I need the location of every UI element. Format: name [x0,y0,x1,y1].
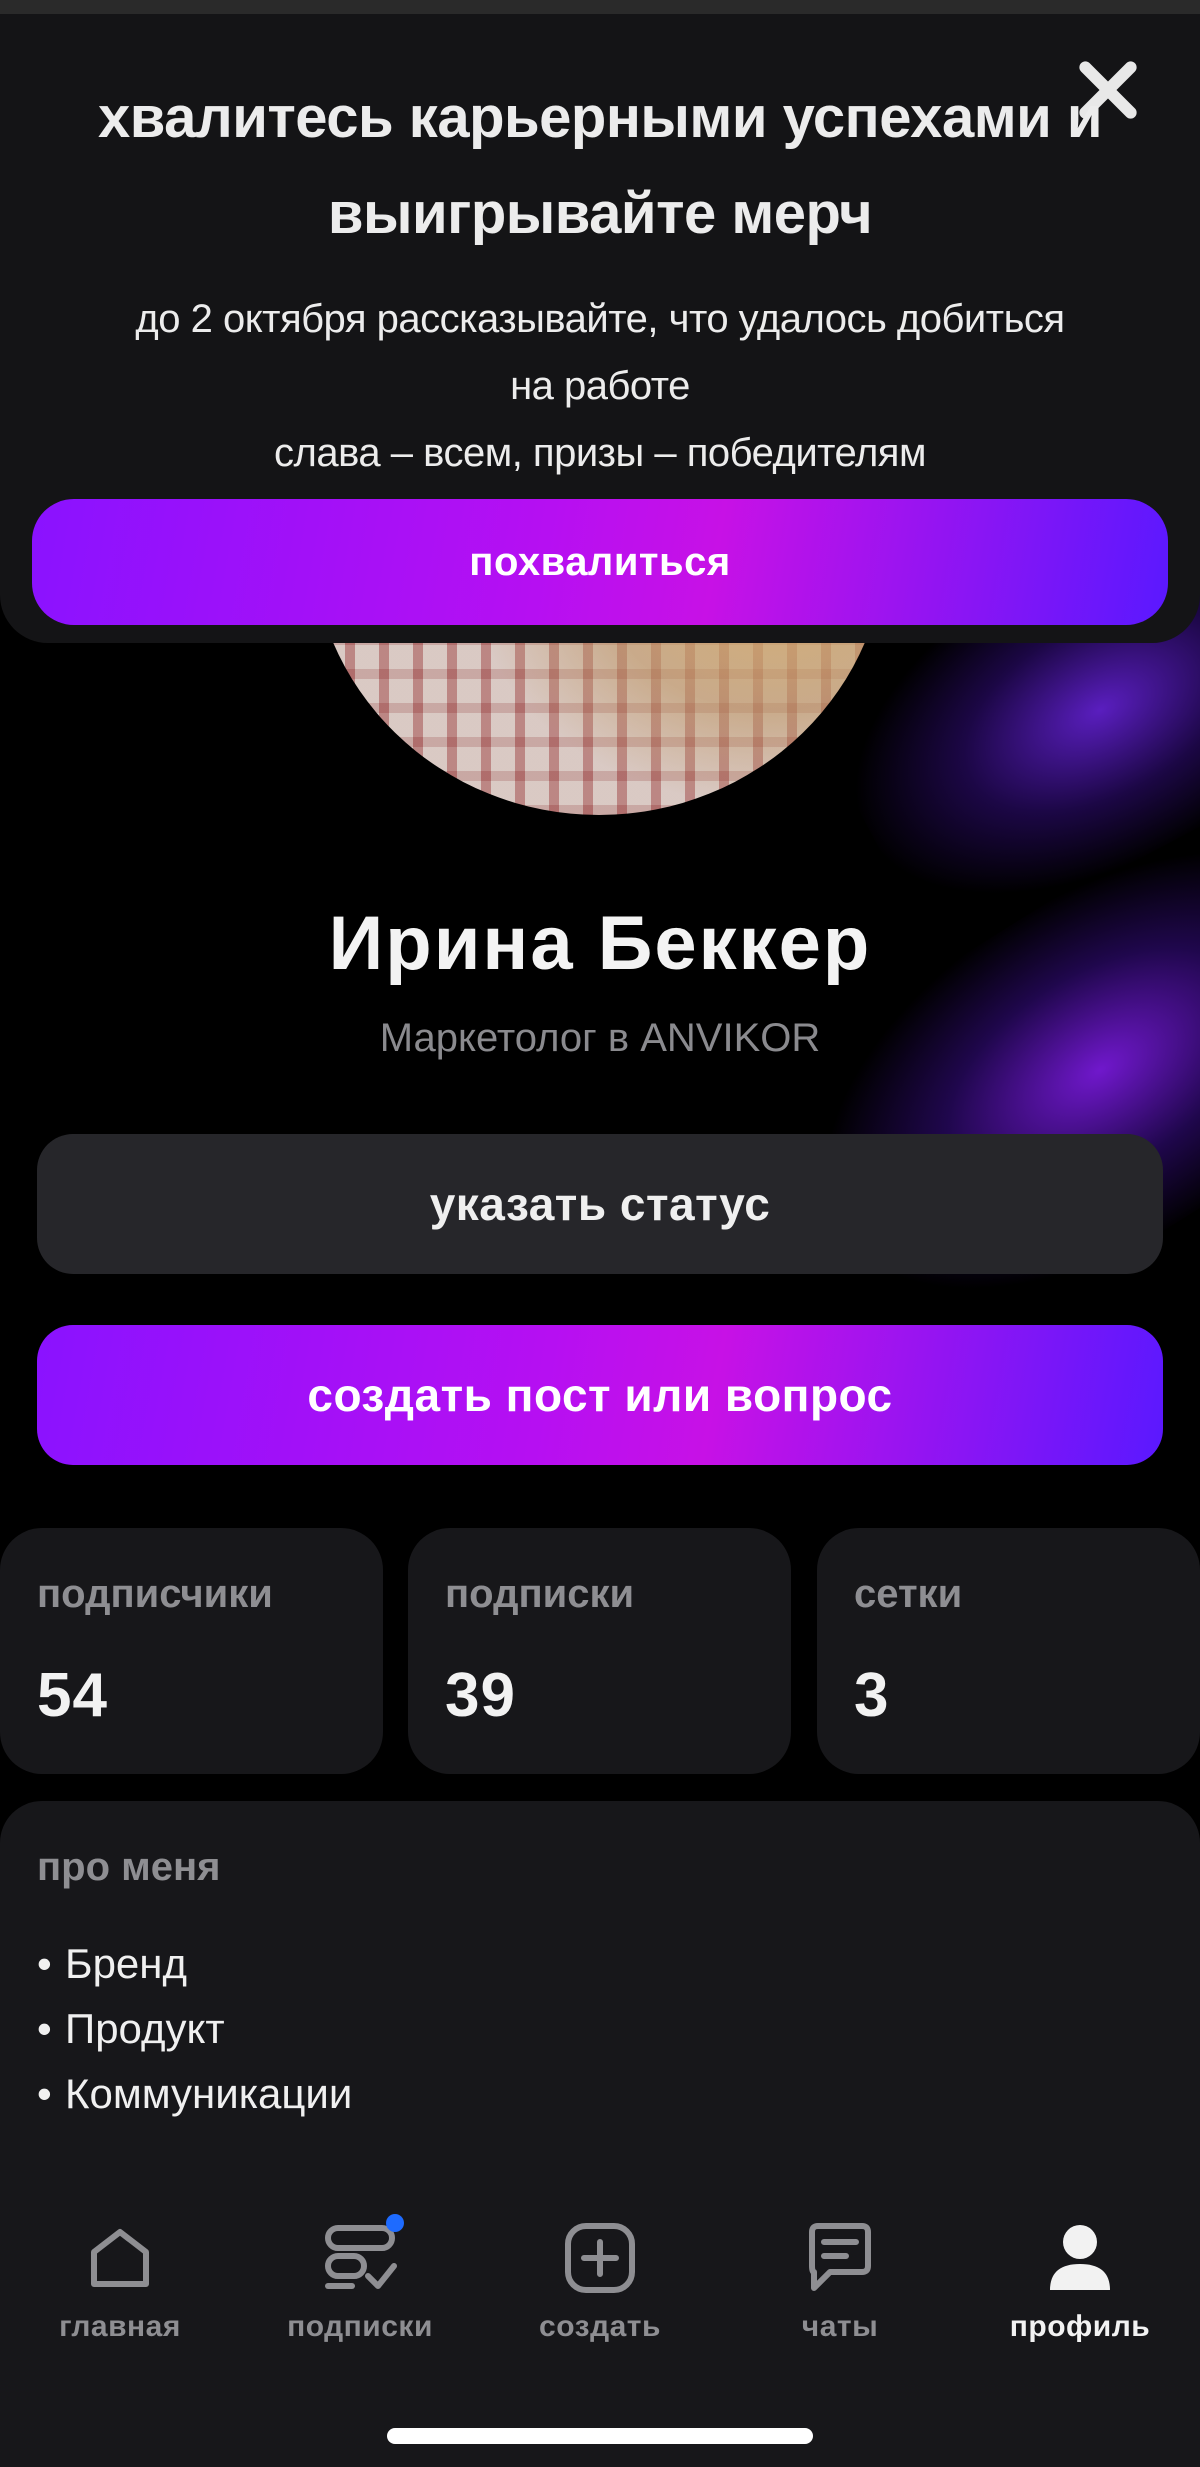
tab-subscriptions[interactable]: подписки [240,2214,480,2344]
bullet: • [37,2005,52,2052]
home-indicator [387,2428,813,2444]
profile-icon [1042,2220,1118,2296]
list-item-label: Продукт [65,2005,225,2052]
stat-value: 3 [854,1661,890,1730]
list-item: • Бренд [37,1931,352,1996]
bullet: • [37,2070,52,2117]
promo-text-line: на работе [510,364,690,408]
list-item-label: Коммуникации [65,2070,353,2117]
notification-badge [386,2214,404,2232]
subscriptions-icon [322,2214,404,2296]
list-item: • Продукт [37,1996,352,2061]
tab-profile[interactable]: профиль [960,2220,1200,2344]
home-icon [82,2220,158,2296]
about-list: • Бренд • Продукт • Коммуникации [37,1931,352,2126]
stat-following[interactable]: подписки 39 [408,1528,791,1774]
tab-label: создать [539,2310,661,2343]
promo-title: хвалитесь карьерными успехами и выигрыва… [97,85,1103,246]
tab-bar: главная подписки создать чаты профиль [0,2190,1200,2467]
stat-followers[interactable]: подписчики 54 [0,1528,383,1774]
promo-text-line: слава – всем, призы – победителям [274,431,926,475]
set-status-button[interactable]: указать статус [37,1134,1163,1274]
brag-button[interactable]: похвалиться [32,499,1168,625]
stat-label: подписчики [37,1572,273,1616]
profile-job: Маркетолог в ANVIKOR [379,1016,821,1060]
tab-label: подписки [287,2310,433,2343]
stat-networks[interactable]: сетки 3 [817,1528,1200,1774]
tab-label: профиль [1009,2310,1151,2343]
create-post-button[interactable]: создать пост или вопрос [37,1325,1163,1465]
promo-banner: хвалитесь карьерными успехами и выигрыва… [0,0,1200,643]
list-item-label: Бренд [65,1940,187,1987]
tab-chats[interactable]: чаты [720,2220,960,2344]
about-section: про меня • Бренд • Продукт • Коммуникации [0,1801,1200,2221]
tab-create[interactable]: создать [480,2220,720,2344]
plus-square-icon [562,2220,638,2296]
stat-value: 54 [37,1661,108,1730]
stat-value: 39 [445,1661,516,1730]
stat-label: подписки [445,1572,635,1616]
bullet: • [37,1940,52,1987]
tab-label: чаты [801,2310,879,2343]
stat-label: сетки [854,1572,963,1616]
profile-name: Ирина Беккер [328,901,872,986]
about-header: про меня [37,1845,221,1889]
tab-home[interactable]: главная [0,2220,240,2344]
promo-text-line: до 2 октября рассказывайте, что удалось … [135,297,1065,341]
promo-text: до 2 октября рассказывайте, что удалось … [50,286,1150,487]
list-item: • Коммуникации [37,2061,352,2126]
chat-icon [802,2220,878,2296]
tab-label: главная [59,2310,181,2343]
